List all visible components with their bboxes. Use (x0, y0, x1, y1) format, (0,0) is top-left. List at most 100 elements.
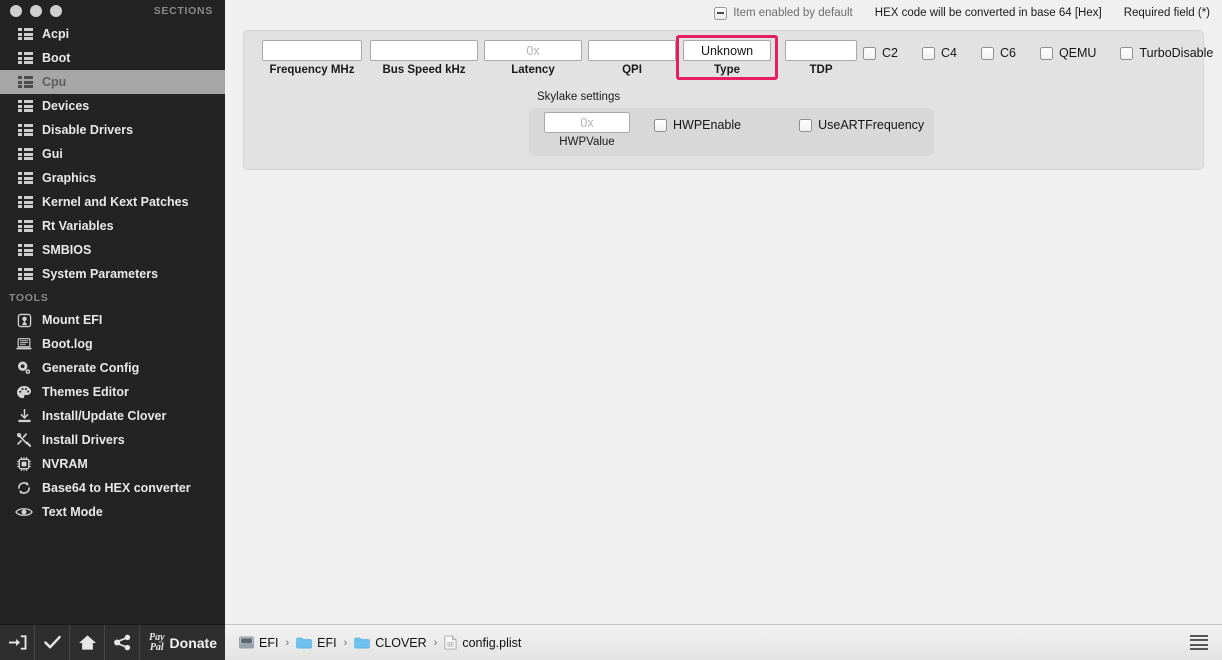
sidebar-item-label: Install Drivers (42, 433, 125, 447)
checkbox-box[interactable] (921, 46, 935, 60)
field-frequency: Frequency MHz (262, 40, 362, 76)
breadcrumb-label: EFI (259, 635, 279, 650)
breadcrumb-label: EFI (317, 635, 337, 650)
sidebar-item-smbios[interactable]: SMBIOS (0, 238, 225, 262)
sidebar-item-mount-efi[interactable]: Mount EFI (0, 308, 225, 332)
sidebar-item-acpi[interactable]: Acpi (0, 22, 225, 46)
bus-speed-input[interactable] (370, 40, 478, 61)
legend-item-enabled-by-default: Item enabled by default (714, 6, 853, 20)
sidebar-item-gui[interactable]: Gui (0, 142, 225, 166)
laptop-icon (14, 335, 34, 353)
sidebar-item-devices[interactable]: Devices (0, 94, 225, 118)
close-button[interactable] (10, 5, 22, 17)
breadcrumb-item-efi-folder[interactable]: EFI (296, 635, 337, 650)
hamburger-icon[interactable] (1186, 631, 1212, 655)
window-controls[interactable] (10, 5, 62, 17)
export-button[interactable] (0, 624, 35, 660)
share-icon (113, 634, 130, 651)
latency-input[interactable] (484, 40, 582, 61)
checkbox-label: TurboDisable (1139, 46, 1214, 60)
sidebar-item-nvram[interactable]: NVRAM (0, 452, 225, 476)
checkbox-useartfrequency[interactable]: UseARTFrequency (799, 118, 924, 132)
checkbox-qemu[interactable]: QEMU (1039, 46, 1096, 60)
qpi-input[interactable] (588, 40, 676, 61)
sidebar-item-install-drivers[interactable]: Install Drivers (0, 428, 225, 452)
main-content: Item enabled by default HEX code will be… (225, 0, 1222, 624)
type-input[interactable] (683, 40, 771, 61)
sidebar-item-kernel-and-kext-patches[interactable]: Kernel and Kext Patches (0, 190, 225, 214)
sidebar-item-graphics[interactable]: Graphics (0, 166, 225, 190)
checkbox-label: C6 (999, 46, 1016, 60)
mount-efi-icon (14, 311, 34, 329)
sidebar-item-label: Kernel and Kext Patches (42, 195, 189, 209)
paypal-logo: Pay Pal (149, 631, 165, 653)
sidebar-item-label: Boot.log (42, 337, 93, 351)
folder-icon (354, 636, 371, 649)
paypal-line-1: Pay (149, 631, 165, 643)
sidebar-item-system-parameters[interactable]: System Parameters (0, 262, 225, 286)
field-qpi: QPI (588, 40, 676, 76)
field-tdp: TDP (785, 40, 857, 76)
sidebar-item-boot-log[interactable]: Boot.log (0, 332, 225, 356)
hwpvalue-input[interactable] (544, 112, 630, 133)
checkbox-box[interactable] (1039, 46, 1053, 60)
list-icon (18, 52, 33, 64)
breadcrumb-item-config-file[interactable]: config.plist (444, 635, 521, 650)
sidebar-item-text-mode[interactable]: Text Mode (0, 500, 225, 524)
frequency-input[interactable] (262, 40, 362, 61)
zoom-button[interactable] (50, 5, 62, 17)
latency-label: Latency (511, 64, 555, 76)
breadcrumb-separator: › (433, 636, 438, 649)
share-button[interactable] (105, 624, 140, 660)
checkbox-label: HWPEnable (673, 118, 742, 132)
folder-icon (296, 636, 312, 649)
checkbox-turbodisable[interactable]: TurboDisable (1120, 46, 1213, 60)
sections-header: SECTIONS (153, 5, 213, 17)
home-button[interactable] (70, 624, 105, 660)
sidebar-item-label: NVRAM (42, 457, 88, 471)
sidebar-item-disable-drivers[interactable]: Disable Drivers (0, 118, 225, 142)
checkbox-box[interactable] (863, 46, 876, 60)
list-icon (18, 196, 33, 208)
checkbox-c6[interactable]: C6 (980, 46, 1016, 60)
breadcrumb-item-clover-folder[interactable]: CLOVER (354, 635, 427, 650)
tdp-label: TDP (809, 64, 833, 76)
sidebar-item-label: Gui (42, 147, 63, 161)
sidebar-item-themes-editor[interactable]: Themes Editor (0, 380, 225, 404)
sidebar-item-base64-to-hex-converter[interactable]: Base64 to HEX converter (0, 476, 225, 500)
breadcrumb-separator: › (343, 636, 348, 649)
sidebar-item-cpu[interactable]: Cpu (0, 70, 225, 94)
checkbox-box[interactable] (799, 118, 813, 132)
checkbox-label: C2 (882, 46, 898, 60)
sidebar-item-boot[interactable]: Boot (0, 46, 225, 70)
tdp-input[interactable] (785, 40, 857, 61)
breadcrumb-label: CLOVER (375, 635, 427, 650)
checkbox-c2[interactable]: C2 (863, 46, 898, 60)
tools-header: TOOLS (9, 292, 49, 304)
checkbox-box[interactable] (1120, 46, 1134, 60)
sidebar-item-label: Acpi (42, 27, 70, 41)
skylake-checkboxes: HWPEnable UseARTFrequency (654, 118, 924, 132)
sidebar-item-install-update-clover[interactable]: Install/Update Clover (0, 404, 225, 428)
list-icon (18, 124, 33, 136)
frequency-label: Frequency MHz (269, 64, 355, 76)
checkbox-box[interactable] (980, 46, 994, 60)
tools-icon (14, 431, 34, 449)
field-bus-speed: Bus Speed kHz (370, 40, 478, 76)
hwpvalue-label: HWPValue (559, 136, 615, 148)
sidebar-item-label: Disable Drivers (42, 123, 134, 137)
validate-button[interactable] (35, 624, 70, 660)
minimize-button[interactable] (30, 5, 42, 17)
donate-button[interactable]: Pay Pal Donate (140, 625, 217, 660)
breadcrumb-item-disk[interactable]: EFI (239, 636, 278, 650)
checkbox-box[interactable] (654, 118, 667, 132)
sidebar-item-generate-config[interactable]: Generate Config (0, 356, 225, 380)
clover-configurator-window: SECTIONS Acpi Boot Cpu Devices Disable D… (0, 0, 1222, 660)
donate-label: Donate (169, 634, 217, 651)
checkbox-c4[interactable]: C4 (921, 46, 957, 60)
checkbox-hwpenable[interactable]: HWPEnable (654, 118, 741, 132)
sidebar-item-rt-variables[interactable]: Rt Variables (0, 214, 225, 238)
eye-icon (14, 503, 34, 521)
sidebar-item-label: Mount EFI (42, 313, 103, 327)
sidebar-item-label: System Parameters (42, 267, 159, 281)
